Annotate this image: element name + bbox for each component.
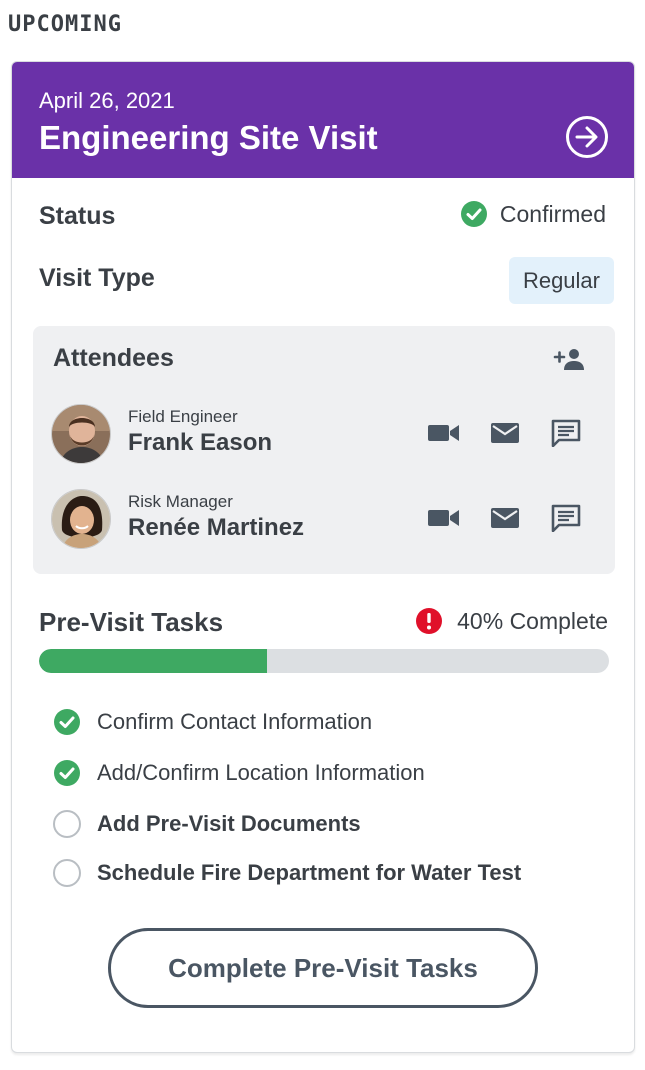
alert-circle-icon	[416, 608, 443, 634]
avatar	[51, 404, 111, 464]
visit-card: April 26, 2021 Engineering Site Visit St…	[11, 61, 635, 1053]
tasks-progress-status: 40% Complete	[415, 607, 608, 635]
person-add-icon[interactable]	[553, 346, 585, 372]
video-camera-icon[interactable]	[427, 504, 461, 532]
progress-bar	[39, 649, 609, 673]
visit-type-label: Visit Type	[39, 264, 155, 292]
task-label: Add/Confirm Location Information	[97, 760, 425, 785]
task-label: Add Pre-Visit Documents	[97, 811, 361, 836]
status-label: Status	[39, 202, 116, 230]
check-circle-icon	[460, 201, 487, 227]
visit-date: April 26, 2021	[39, 88, 175, 113]
attendees-panel: Attendees Field Engineer Frank Eason Ris…	[33, 326, 615, 574]
tasks-title: Pre-Visit Tasks	[39, 607, 224, 637]
video-camera-icon[interactable]	[427, 419, 461, 447]
attendees-title: Attendees	[53, 344, 174, 372]
attendee-role: Risk Manager	[128, 492, 233, 511]
mail-icon[interactable]	[488, 419, 522, 447]
empty-circle-icon	[53, 859, 81, 887]
attendee-name: Frank Eason	[128, 429, 273, 456]
mail-icon[interactable]	[488, 504, 522, 532]
status-value: Confirmed	[499, 200, 606, 227]
card-header: April 26, 2021 Engineering Site Visit	[12, 62, 634, 178]
progress-fill	[39, 649, 267, 673]
task-item[interactable]: Add Pre-Visit Documents	[53, 809, 361, 839]
attendee-name: Renée Martinez	[128, 514, 305, 541]
message-icon[interactable]	[549, 504, 583, 532]
task-item[interactable]: Schedule Fire Department for Water Test	[53, 858, 521, 888]
visit-type-badge: Regular	[508, 257, 614, 304]
task-item[interactable]: Confirm Contact Information	[53, 707, 372, 737]
task-item[interactable]: Add/Confirm Location Information	[53, 758, 425, 788]
avatar	[51, 489, 111, 549]
progress-label: 40% Complete	[457, 607, 608, 634]
attendee-row: Risk Manager Renée Martinez	[51, 489, 599, 551]
task-label: Schedule Fire Department for Water Test	[97, 860, 522, 885]
visit-title: Engineering Site Visit	[39, 119, 378, 156]
check-circle-icon	[54, 709, 80, 735]
attendee-row: Field Engineer Frank Eason	[51, 404, 599, 466]
complete-tasks-button[interactable]: Complete Pre-Visit Tasks	[108, 928, 538, 1008]
check-circle-icon	[54, 760, 80, 786]
status-indicator: Confirmed	[460, 200, 606, 228]
task-label: Confirm Contact Information	[97, 709, 373, 734]
empty-circle-icon	[53, 810, 81, 838]
section-label: UPCOMING	[8, 12, 122, 37]
attendee-role: Field Engineer	[128, 407, 238, 426]
arrow-circle-right-icon[interactable]	[565, 115, 609, 159]
message-icon[interactable]	[549, 419, 583, 447]
